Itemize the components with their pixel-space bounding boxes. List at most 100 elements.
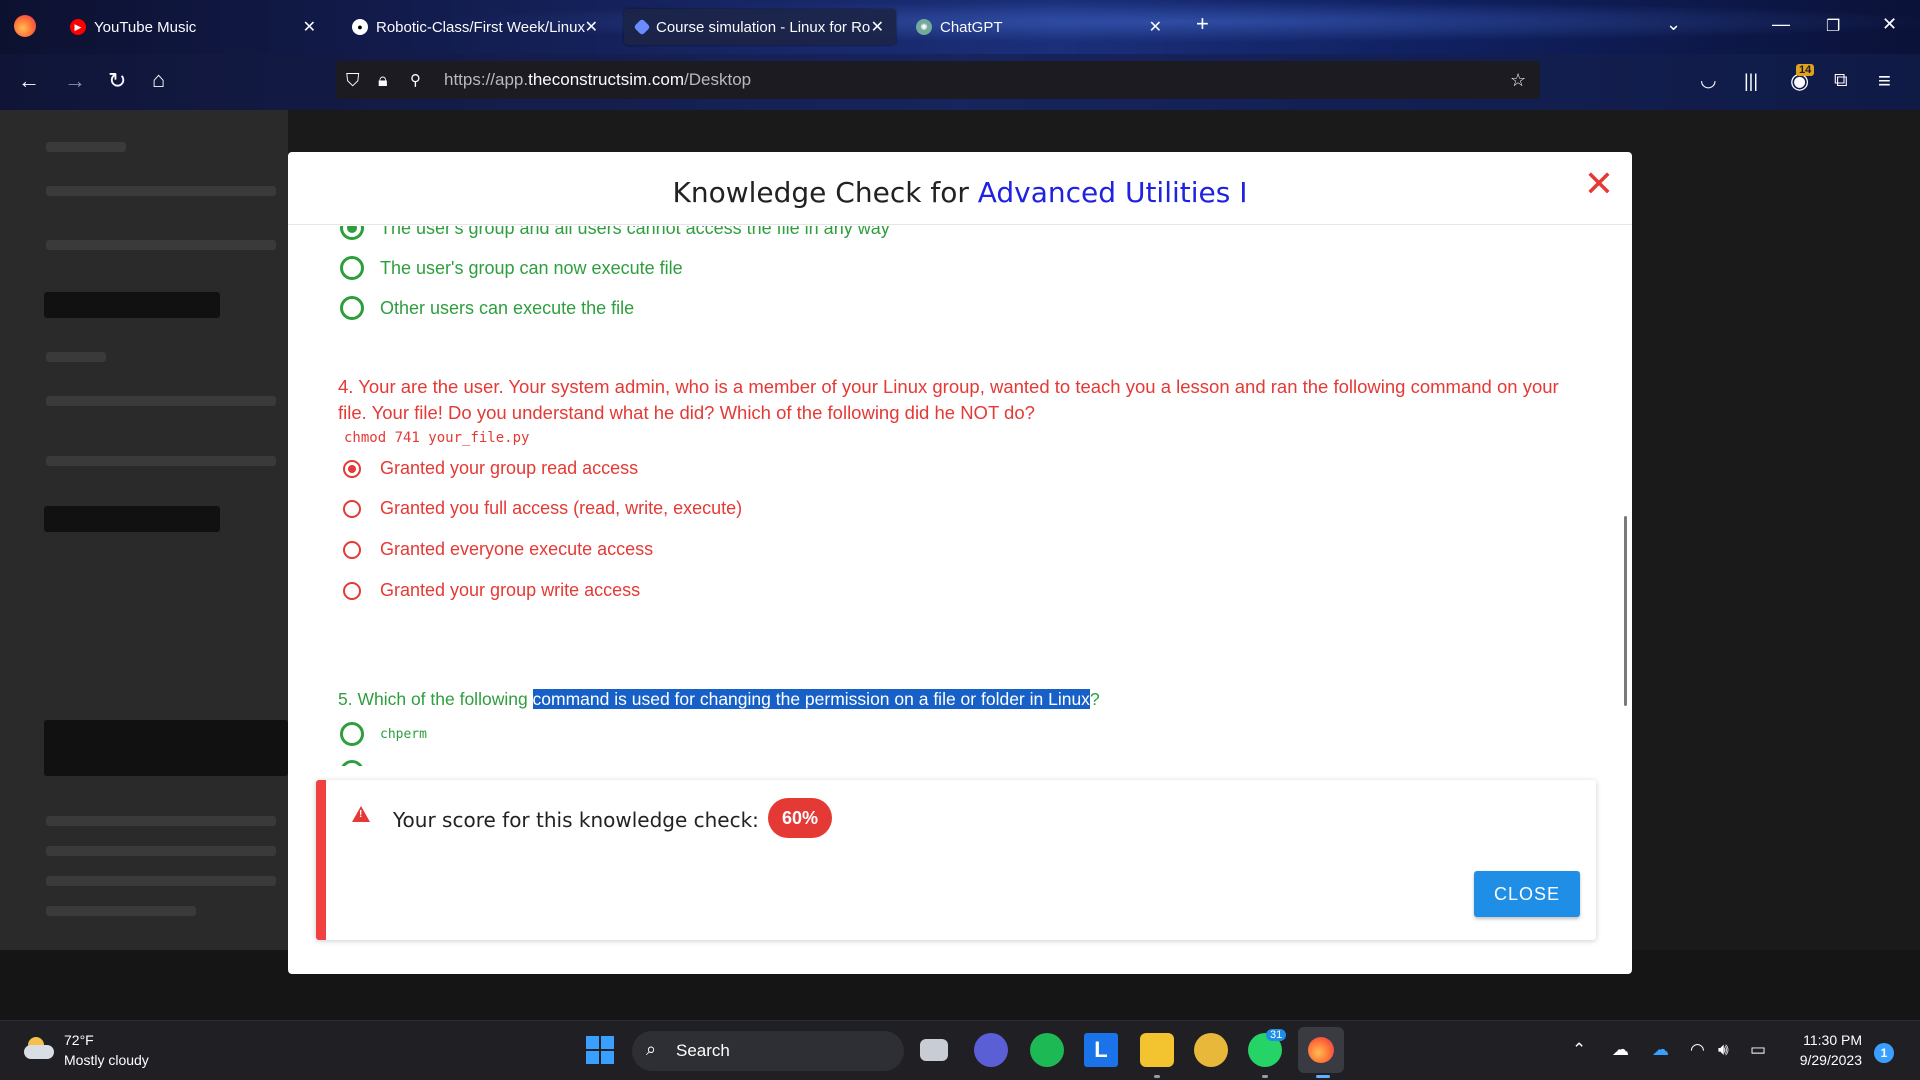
wifi-icon[interactable]: ◠ bbox=[1690, 1040, 1705, 1060]
radio-icon[interactable] bbox=[340, 760, 364, 766]
placeholder-line bbox=[46, 846, 276, 856]
battery-icon[interactable]: ▭ bbox=[1750, 1040, 1766, 1060]
close-icon[interactable]: ✕ bbox=[1584, 164, 1614, 204]
placeholder-line bbox=[46, 456, 276, 466]
address-bar[interactable]: ⛉ 🔒︎ ⚲ https://app.theconstructsim.com/D… bbox=[336, 61, 1540, 99]
q5-option-2[interactable]: touch bbox=[340, 760, 419, 766]
home-icon[interactable]: ⌂ bbox=[152, 67, 165, 93]
tab-chatgpt[interactable]: ✺ ChatGPT ✕ bbox=[904, 9, 1174, 45]
radio-icon[interactable] bbox=[340, 722, 364, 746]
app-icon[interactable] bbox=[1194, 1033, 1228, 1067]
question-4: 4. Your are the user. Your system admin,… bbox=[338, 376, 1559, 423]
radio-selected-icon[interactable] bbox=[343, 459, 361, 478]
menu-icon[interactable]: ≡ bbox=[1878, 68, 1891, 94]
close-button[interactable]: CLOSE bbox=[1474, 871, 1580, 917]
close-tab-icon[interactable]: ✕ bbox=[1149, 17, 1162, 37]
radio-icon[interactable] bbox=[343, 540, 361, 559]
selected-text: command is used for changing the permiss… bbox=[532, 689, 1090, 709]
library-icon[interactable]: ||| bbox=[1744, 68, 1758, 94]
weather-description[interactable]: Mostly cloudy bbox=[64, 1052, 149, 1068]
list-tabs-icon[interactable]: ⌄ bbox=[1666, 14, 1681, 35]
radio-icon[interactable] bbox=[343, 581, 361, 600]
windows-taskbar: 72°F Mostly cloudy ⌕ Search L ⌃ ☁ ☁ ◠ 🔊︎… bbox=[0, 1020, 1920, 1080]
youtube-music-icon: ▶ bbox=[70, 19, 86, 35]
close-tab-icon[interactable]: ✕ bbox=[303, 17, 316, 37]
close-tab-icon[interactable]: ✕ bbox=[871, 17, 884, 37]
restore-button[interactable]: ❐ bbox=[1826, 16, 1840, 36]
q4-option-1[interactable]: Granted your group read access bbox=[340, 458, 638, 479]
placeholder-line bbox=[46, 352, 106, 362]
firefox-taskbar-button[interactable] bbox=[1298, 1027, 1344, 1073]
taskbar-search[interactable]: ⌕ Search bbox=[632, 1031, 904, 1071]
teams-icon[interactable] bbox=[974, 1033, 1008, 1067]
radio-icon[interactable] bbox=[340, 296, 364, 320]
show-hidden-icons-icon[interactable]: ⌃ bbox=[1572, 1040, 1586, 1060]
placeholder-line bbox=[46, 240, 276, 250]
pocket-icon[interactable]: ◡ bbox=[1700, 68, 1717, 94]
whatsapp-badge: 31 bbox=[1266, 1029, 1287, 1041]
bookmark-star-icon[interactable]: ☆ bbox=[1510, 70, 1526, 91]
search-icon: ⌕ bbox=[646, 1039, 657, 1059]
permissions-icon[interactable]: ⚲ bbox=[410, 71, 421, 89]
onedrive-icon[interactable]: ☁ bbox=[1612, 1040, 1629, 1060]
placeholder-line bbox=[46, 816, 276, 826]
quiz-scroll-area[interactable]: The user's group and all users cannot ac… bbox=[288, 226, 1632, 766]
placeholder-block bbox=[44, 720, 288, 776]
task-view-icon[interactable] bbox=[920, 1039, 948, 1061]
q3-option-3[interactable]: Other users can execute the file bbox=[340, 296, 634, 320]
placeholder-block bbox=[44, 292, 220, 318]
extension-badge: 14 bbox=[1796, 64, 1815, 76]
radio-icon[interactable] bbox=[343, 499, 361, 518]
q3-option-1[interactable]: The user's group and all users cannot ac… bbox=[340, 226, 890, 240]
weather-temperature[interactable]: 72°F bbox=[64, 1032, 94, 1048]
url-text[interactable]: https://app.theconstructsim.com/Desktop bbox=[444, 70, 751, 90]
score-label: Your score for this knowledge check: bbox=[393, 808, 759, 832]
placeholder-line bbox=[46, 396, 276, 406]
modal-header: Knowledge Check for Advanced Utilities I… bbox=[288, 152, 1632, 225]
firefox-icon[interactable] bbox=[14, 15, 36, 37]
notification-badge[interactable]: 1 bbox=[1874, 1043, 1894, 1063]
tab-youtube-music[interactable]: ▶ YouTube Music ✕ bbox=[58, 9, 328, 45]
q4-option-3[interactable]: Granted everyone execute access bbox=[340, 539, 653, 560]
l-app-icon[interactable]: L bbox=[1084, 1033, 1118, 1067]
placeholder-block bbox=[44, 506, 220, 532]
running-indicator bbox=[1262, 1075, 1268, 1078]
question-5: 5. Which of the following command is use… bbox=[338, 689, 1100, 709]
windows-start-icon[interactable] bbox=[586, 1036, 614, 1064]
new-tab-button[interactable]: + bbox=[1196, 11, 1209, 37]
radio-selected-icon[interactable] bbox=[340, 226, 364, 240]
modal-scrollbar[interactable] bbox=[1624, 516, 1627, 706]
score-panel: ! Your score for this knowledge check: 6… bbox=[316, 780, 1596, 940]
running-indicator bbox=[1154, 1075, 1160, 1078]
q3-option-2[interactable]: The user's group can now execute file bbox=[340, 256, 683, 280]
q4-option-4[interactable]: Granted your group write access bbox=[340, 580, 640, 601]
construct-icon bbox=[633, 18, 651, 36]
spotify-icon[interactable] bbox=[1030, 1033, 1064, 1067]
extensions-puzzle-icon[interactable]: ⧉ bbox=[1834, 68, 1848, 94]
clock[interactable]: 11:30 PM 9/29/2023 bbox=[1782, 1032, 1862, 1068]
placeholder-line bbox=[46, 142, 126, 152]
minimize-button[interactable]: — bbox=[1772, 14, 1790, 35]
score-badge: 60% bbox=[768, 798, 833, 838]
back-icon[interactable]: ← bbox=[18, 68, 40, 94]
tab-course-simulation[interactable]: Course simulation - Linux for Ro ✕ bbox=[624, 9, 896, 45]
knowledge-check-modal: Knowledge Check for Advanced Utilities I… bbox=[288, 152, 1632, 974]
q5-option-1[interactable]: chperm bbox=[340, 722, 427, 746]
placeholder-line bbox=[46, 906, 196, 916]
security-icon[interactable]: ☁ bbox=[1652, 1040, 1669, 1060]
modal-title: Knowledge Check for Advanced Utilities I bbox=[672, 176, 1248, 209]
q4-option-2[interactable]: Granted you full access (read, write, ex… bbox=[340, 498, 742, 519]
close-tab-icon[interactable]: ✕ bbox=[585, 17, 598, 37]
radio-icon[interactable] bbox=[340, 256, 364, 280]
forward-icon[interactable]: → bbox=[64, 68, 86, 94]
placeholder-line bbox=[46, 186, 276, 196]
shield-icon[interactable]: ⛉ bbox=[346, 70, 360, 91]
file-explorer-icon[interactable] bbox=[1140, 1033, 1174, 1067]
weather-icon[interactable] bbox=[22, 1037, 56, 1061]
volume-icon[interactable]: 🔊︎ bbox=[1718, 1040, 1729, 1060]
reload-icon[interactable]: ↻ bbox=[108, 68, 126, 94]
tab-github[interactable]: ● Robotic-Class/First Week/Linux ✕ bbox=[340, 9, 610, 45]
lock-icon[interactable]: 🔒︎ bbox=[378, 70, 388, 91]
active-indicator bbox=[1316, 1075, 1330, 1078]
close-window-button[interactable]: ✕ bbox=[1882, 14, 1897, 35]
